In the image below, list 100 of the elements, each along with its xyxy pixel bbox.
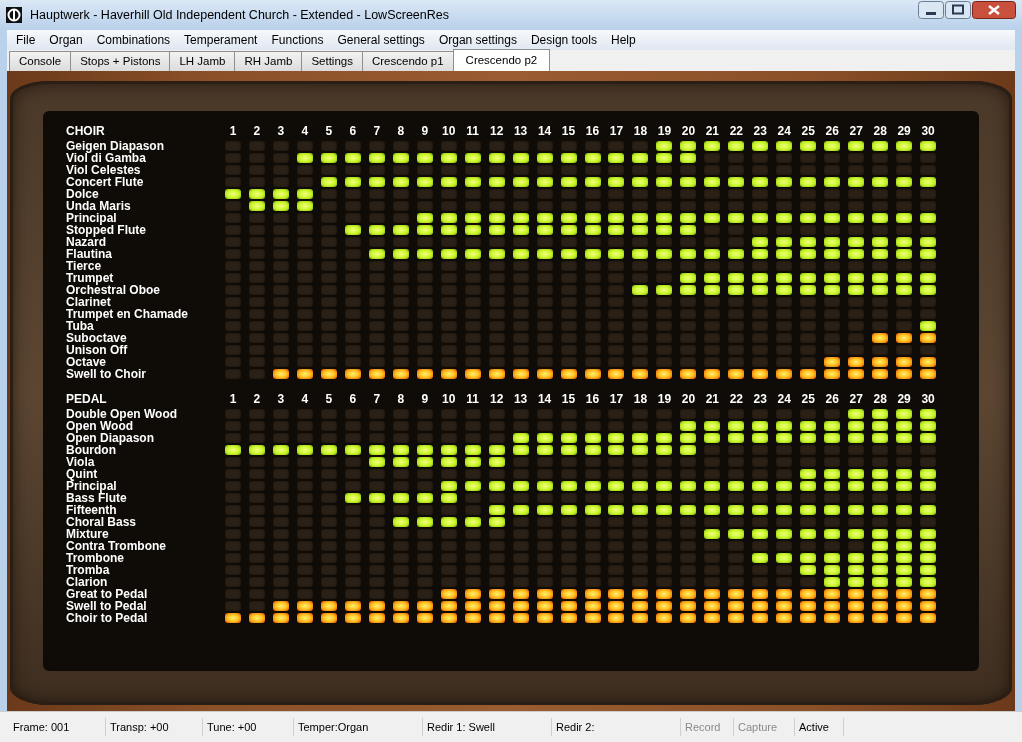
step-number: 23 — [752, 123, 768, 140]
stop-name: Swell to Pedal — [66, 600, 148, 612]
step-number: 8 — [396, 391, 406, 408]
stop-name: Flautina — [66, 248, 113, 260]
step-number: 18 — [632, 391, 649, 408]
step-number: 11 — [465, 391, 480, 408]
section-title: CHOIR — [66, 123, 106, 140]
step-number: 9 — [420, 391, 430, 408]
stop-name: Unison Off — [66, 344, 129, 356]
tab[interactable]: Stops + Pistons — [70, 51, 171, 71]
step-number: 10 — [441, 123, 457, 140]
stop-name: Trombone — [66, 552, 125, 564]
stop-name: Mixture — [66, 528, 110, 540]
stop-name: Principal — [66, 480, 118, 492]
tab[interactable]: Crescendo p2 — [452, 49, 551, 71]
step-number: 2 — [252, 123, 262, 140]
step-number: 6 — [348, 123, 358, 140]
step-number: 7 — [372, 123, 382, 140]
close-icon[interactable] — [972, 1, 1016, 19]
status-field: Redir 1: Swell — [423, 718, 552, 736]
stop-name: Dolce — [66, 188, 100, 200]
stop-name: Contra Trombone — [66, 540, 167, 552]
stop-name: Open Diapason — [66, 432, 155, 444]
step-number: 7 — [372, 391, 382, 408]
step-number: 21 — [704, 123, 721, 140]
tab[interactable]: RH Jamb — [234, 51, 303, 71]
menu-item[interactable]: Organ settings — [431, 33, 524, 47]
stop-name: Bass Flute — [66, 492, 128, 504]
status-field: Capture — [734, 718, 795, 736]
step-number: 19 — [656, 391, 673, 408]
step-number: 24 — [776, 391, 792, 408]
status-field: Active — [795, 718, 844, 736]
step-number: 17 — [608, 123, 625, 140]
stop-name: Clarion — [66, 576, 109, 588]
stop-name: Trumpet en Chamade — [66, 308, 190, 320]
step-number: 3 — [276, 391, 286, 408]
status-field: Record — [681, 718, 734, 736]
status-field: Temper:Organ — [294, 718, 423, 736]
step-number: 20 — [680, 391, 697, 408]
status-field: Redir 2: — [552, 718, 681, 736]
stop-name: Tierce — [66, 260, 103, 272]
step-number: 29 — [896, 391, 912, 408]
step-number: 24 — [776, 123, 792, 140]
maximize-icon[interactable] — [945, 1, 971, 19]
tab[interactable]: Settings — [301, 51, 363, 71]
step-number: 10 — [441, 391, 457, 408]
step-number: 15 — [560, 391, 577, 408]
stop-name: Stopped Flute — [66, 224, 147, 236]
stop-name: Bourdon — [66, 444, 116, 456]
step-number: 4 — [300, 391, 310, 408]
step-number: 20 — [680, 123, 697, 140]
menu-item[interactable]: File — [9, 33, 43, 47]
step-number: 8 — [396, 123, 406, 140]
stop-name: Swell to Choir — [66, 368, 147, 380]
menu-item[interactable]: Help — [603, 33, 643, 47]
menu-item[interactable]: Functions — [264, 33, 331, 47]
stop-name: Choral Bass — [66, 516, 138, 528]
stop-name: Quint — [66, 468, 98, 480]
menu-item[interactable]: General settings — [330, 33, 432, 47]
step-number: 16 — [584, 123, 601, 140]
tab[interactable]: Console — [9, 51, 72, 71]
stop-name: Concert Flute — [66, 176, 145, 188]
stop-name: Trumpet — [66, 272, 114, 284]
window-title: Hauptwerk - Haverhill Old Independent Church - Extended - LowScreenRes — [30, 8, 449, 22]
stop-name: Unda Maris — [66, 200, 132, 212]
section-title: PEDAL — [66, 391, 108, 408]
step-number: 27 — [848, 123, 864, 140]
step-number: 12 — [488, 391, 505, 408]
tab[interactable]: Crescendo p1 — [361, 51, 454, 71]
stop-name: Orchestral Oboe — [66, 284, 162, 296]
status-field: Transp: +00 — [106, 718, 203, 736]
stop-name: Principal — [66, 212, 118, 224]
step-number: 25 — [800, 391, 816, 408]
step-number: 29 — [896, 123, 912, 140]
minimize-icon[interactable] — [918, 1, 944, 19]
step-number: 6 — [348, 391, 358, 408]
step-number: 28 — [872, 391, 888, 408]
step-number: 21 — [704, 391, 721, 408]
step-number: 1 — [228, 391, 238, 408]
step-number: 19 — [656, 123, 673, 140]
stop-name: Viol Celestes — [66, 164, 142, 176]
step-number: 5 — [324, 391, 334, 408]
step-number: 15 — [560, 123, 577, 140]
menu-item[interactable]: Combinations — [89, 33, 178, 47]
status-field: Frame: 001 — [9, 718, 106, 736]
step-number: 16 — [584, 391, 601, 408]
step-number: 1 — [228, 123, 238, 140]
step-number: 28 — [872, 123, 888, 140]
step-number: 4 — [300, 123, 310, 140]
step-number: 5 — [324, 123, 334, 140]
step-number: 26 — [824, 123, 840, 140]
menu-item[interactable]: Organ — [42, 33, 90, 47]
menu-item[interactable]: Design tools — [523, 33, 604, 47]
stop-name: Choir to Pedal — [66, 612, 149, 624]
stop-name: Viola — [66, 456, 96, 468]
stop-name: Open Wood — [66, 420, 134, 432]
menu-item[interactable]: Temperament — [177, 33, 265, 47]
stop-name: Fifteenth — [66, 504, 118, 516]
tab[interactable]: LH Jamb — [169, 51, 236, 71]
step-number: 26 — [824, 391, 840, 408]
